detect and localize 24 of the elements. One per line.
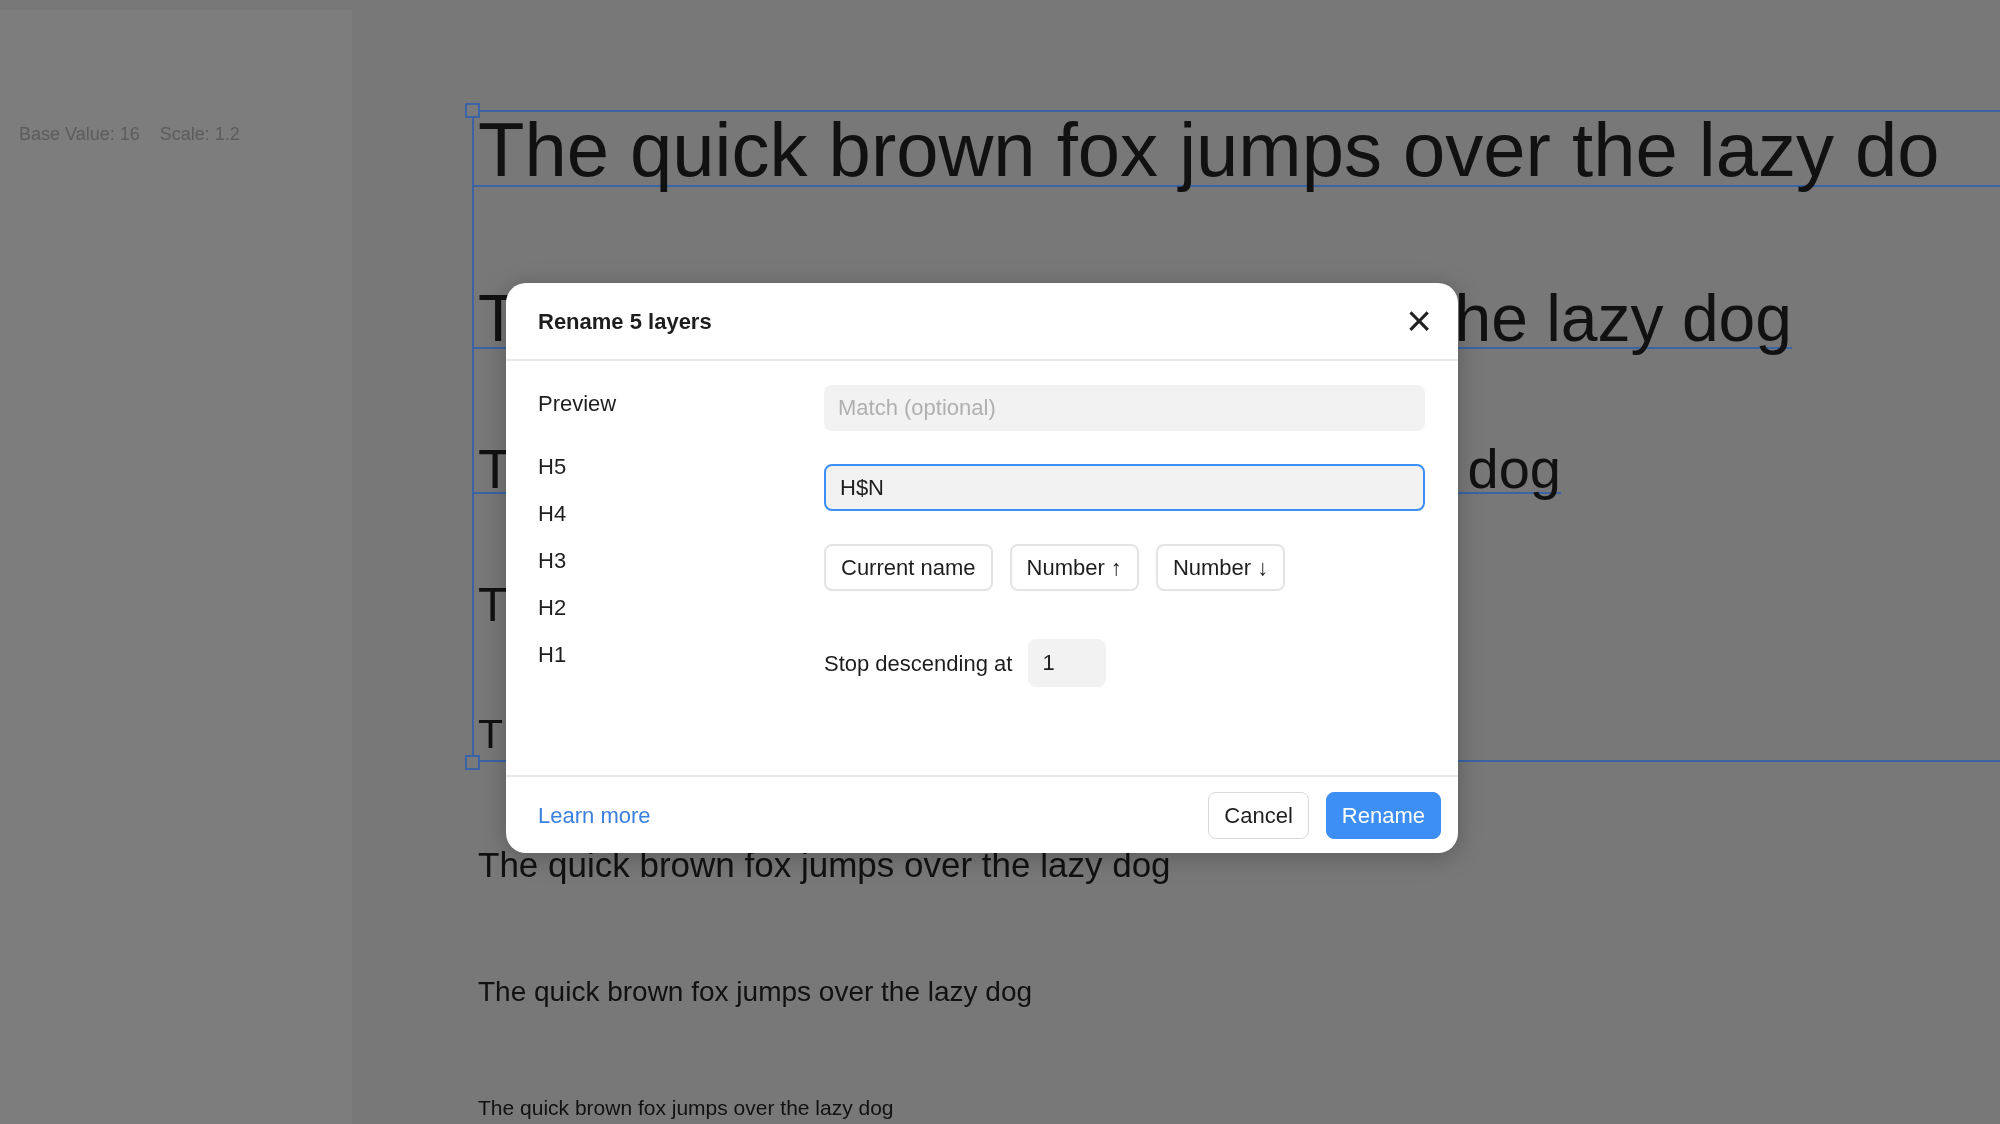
dialog-title: Rename 5 layers <box>538 307 712 336</box>
canvas-text: T <box>478 714 504 755</box>
close-button[interactable]: × <box>1406 299 1432 343</box>
preview-label: Preview <box>538 390 618 418</box>
preview-name: H5 <box>538 454 568 479</box>
preview-name: H4 <box>538 501 568 526</box>
token-button[interactable]: Number ↑ <box>1009 544 1139 591</box>
cancel-button[interactable]: Cancel <box>1208 791 1309 839</box>
canvas-text: T <box>478 581 508 629</box>
preview-name: H1 <box>538 642 568 667</box>
resize-handle[interactable] <box>465 103 480 118</box>
match-field[interactable]: Match (optional) <box>824 385 1425 431</box>
resize-handle[interactable] <box>465 755 480 770</box>
stop-descending-label: Stop descending at <box>824 649 1013 678</box>
token-button[interactable]: Number ↓ <box>1155 544 1286 591</box>
canvas-text: The quick brown fox jumps over the lazy dog <box>478 1097 894 1118</box>
rename-field[interactable]: H$N <box>824 464 1425 511</box>
token-button[interactable]: Current name <box>824 544 993 591</box>
canvas-text: The quick brown fox jumps over the lazy dog <box>478 978 1033 1006</box>
learn-more-link[interactable]: Learn more <box>538 798 651 832</box>
canvas-text: The quick brown fox jumps over the lazy dog <box>478 847 1171 882</box>
stop-number-field[interactable]: 1 <box>1028 639 1107 687</box>
preview-name: H2 <box>538 595 568 620</box>
preview-name: H3 <box>538 548 568 573</box>
